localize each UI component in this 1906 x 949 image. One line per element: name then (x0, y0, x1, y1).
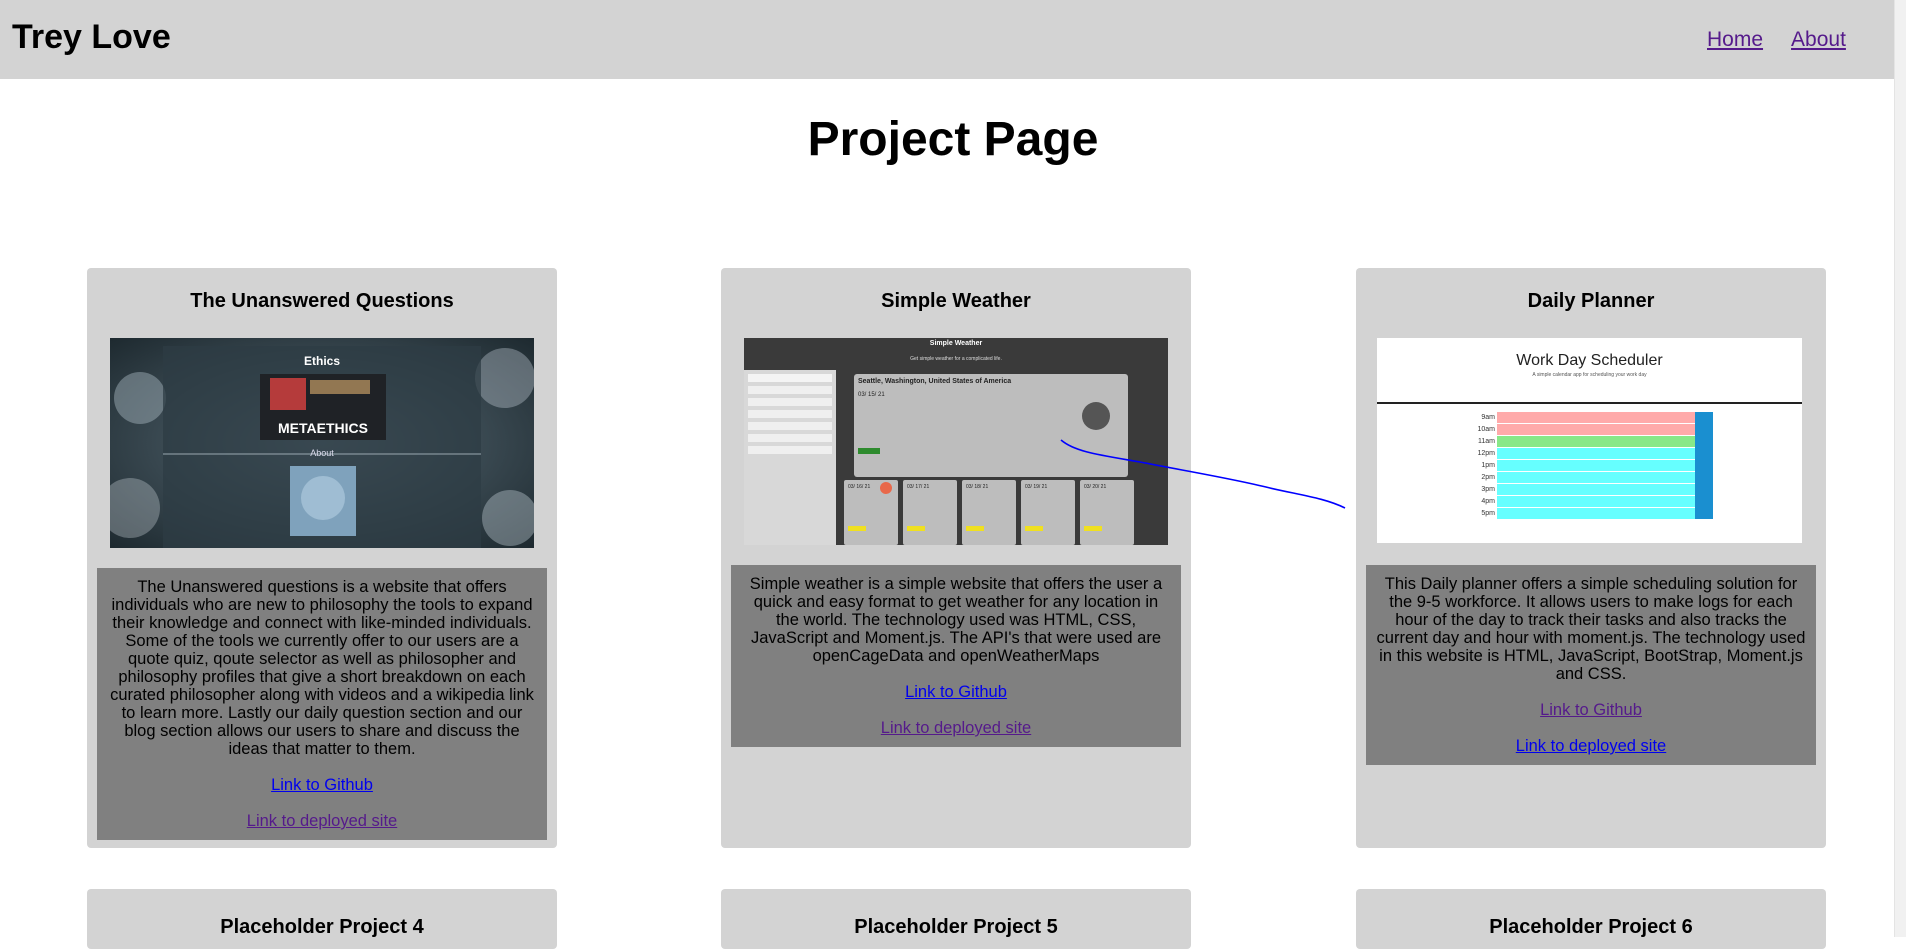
project-card-simple-weather: Simple Weather Simple Weather Get simple… (721, 268, 1191, 848)
forecast-date: 03/ 17/ 21 (907, 484, 930, 490)
hour-label: 1pm (1481, 462, 1495, 469)
description-text: The Unanswered questions is a website th… (110, 578, 534, 758)
placeholder-card-5: Placeholder Project 5 (721, 889, 1191, 949)
placeholder-card-4: Placeholder Project 4 (87, 889, 557, 949)
hour-label: 5pm (1481, 510, 1495, 517)
project-title: The Unanswered Questions (190, 290, 454, 312)
screenshot-weather-graphic (744, 338, 1168, 545)
hour-label: 10am (1477, 426, 1495, 433)
screenshot-date: 03/ 15/ 21 (858, 392, 885, 398)
screenshot-subtitle: A simple calendar app for scheduling you… (1532, 372, 1647, 378)
project-screenshot: Work Day Scheduler A simple calendar app… (1377, 338, 1802, 543)
scheduler-hour-list: 9am 10am 11am 12pm 1pm 2pm 3pm 4pm 5pm (1455, 412, 1495, 520)
deployed-site-link[interactable]: Link to deployed site (741, 719, 1171, 737)
hour-label: 12pm (1477, 450, 1495, 457)
project-description: Simple weather is a simple website that … (731, 565, 1181, 747)
site-brand: Trey Love (12, 18, 171, 56)
site-header: Trey Love Home About (0, 0, 1906, 79)
github-link[interactable]: Link to Github (741, 683, 1171, 701)
project-title: Daily Planner (1527, 290, 1655, 312)
placeholder-card-6: Placeholder Project 6 (1356, 889, 1826, 949)
project-screenshot: Simple Weather Get simple weather for a … (744, 338, 1168, 545)
nav-about-link[interactable]: About (1791, 28, 1846, 52)
forecast-date: 03/ 19/ 21 (1025, 484, 1048, 490)
screenshot-ethics-graphic (110, 338, 534, 548)
screenshot-banner: METAETHICS (278, 420, 368, 436)
project-card-unanswered-questions: The Unanswered Questions Ethics METAETHI… (87, 268, 557, 848)
project-description: The Unanswered questions is a website th… (97, 568, 547, 840)
hour-label: 9am (1481, 414, 1495, 421)
placeholder-title: Placeholder Project 5 (854, 916, 1058, 938)
deployed-site-link[interactable]: Link to deployed site (1376, 737, 1806, 755)
project-description: This Daily planner offers a simple sched… (1366, 565, 1816, 765)
hour-label: 11am (1478, 438, 1495, 445)
screenshot-city: Seattle, Washington, United States of Am… (858, 378, 1012, 385)
hour-label: 2pm (1481, 474, 1495, 481)
description-text: Simple weather is a simple website that … (749, 575, 1163, 665)
project-title: Simple Weather (881, 290, 1031, 312)
forecast-date: 03/ 20/ 21 (1084, 484, 1107, 490)
deployed-site-link[interactable]: Link to deployed site (107, 812, 537, 830)
screenshot-tagline: Get simple weather for a complicated lif… (910, 356, 1002, 362)
screenshot-section: About (310, 448, 334, 458)
screenshot-app-title: Simple Weather (929, 340, 983, 347)
screenshot-app-title: Work Day Scheduler (1516, 352, 1663, 369)
forecast-date: 03/ 16/ 21 (848, 484, 871, 490)
placeholder-title: Placeholder Project 6 (1489, 916, 1693, 938)
project-screenshot: Ethics METAETHICS About (110, 338, 534, 548)
main-nav: Home About (1707, 28, 1846, 52)
project-card-daily-planner: Daily Planner Work Day Scheduler A simpl… (1356, 268, 1826, 848)
nav-home-link[interactable]: Home (1707, 28, 1763, 52)
hour-label: 3pm (1481, 486, 1495, 493)
forecast-date: 03/ 18/ 21 (966, 484, 989, 490)
page-title: Project Page (807, 113, 1099, 166)
github-link[interactable]: Link to Github (1376, 701, 1806, 719)
screenshot-heading: Ethics (303, 354, 340, 368)
description-text: This Daily planner offers a simple sched… (1376, 575, 1806, 683)
hour-label: 4pm (1481, 498, 1495, 505)
github-link[interactable]: Link to Github (107, 776, 537, 794)
placeholder-title: Placeholder Project 4 (220, 916, 424, 938)
